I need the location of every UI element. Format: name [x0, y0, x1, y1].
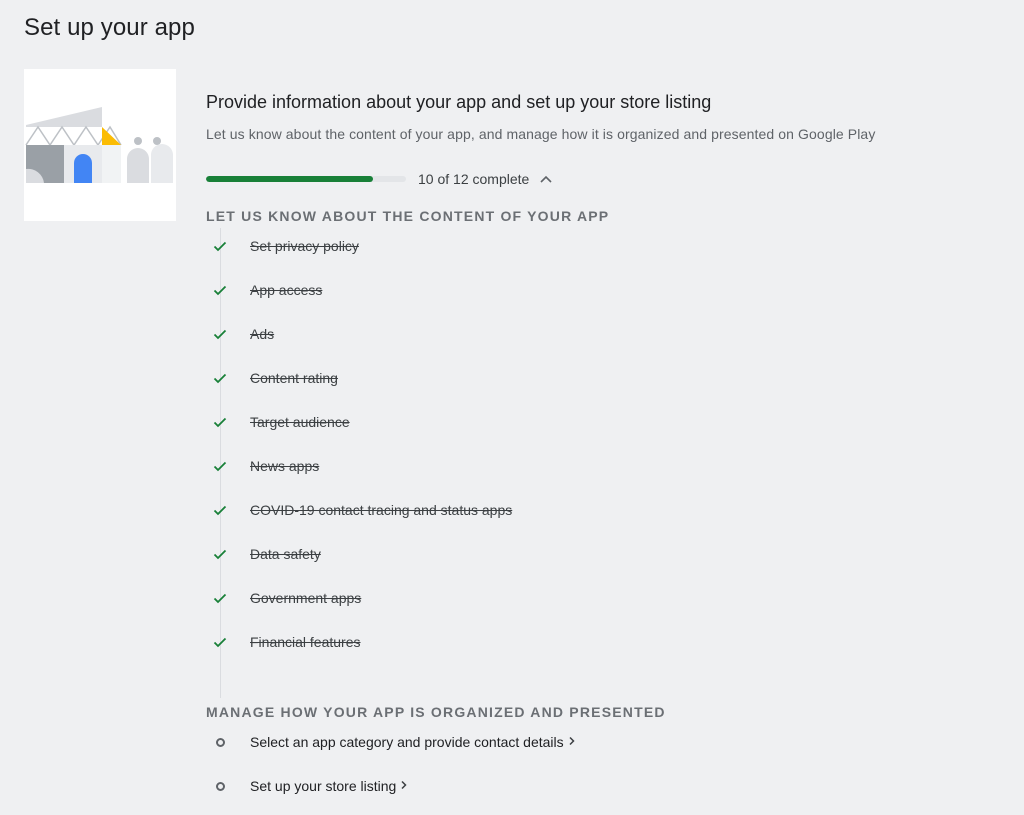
progress-bar-fill — [206, 176, 373, 182]
pending-circle-icon — [215, 781, 225, 791]
page-title: Set up your app — [24, 14, 195, 41]
task-label: News apps — [250, 458, 320, 474]
task-label: Content rating — [250, 370, 338, 386]
task-item[interactable]: Set privacy policy — [206, 236, 359, 256]
pending-circle-icon — [206, 737, 234, 747]
task-item[interactable]: News apps — [206, 456, 319, 476]
check-icon — [206, 546, 234, 562]
check-icon — [206, 590, 234, 606]
check-icon — [206, 414, 234, 430]
task-item[interactable]: Ads — [206, 324, 274, 344]
card-subtitle: Let us know about the content of your ap… — [206, 126, 876, 142]
task-item[interactable]: COVID-19 contact tracing and status apps — [206, 500, 512, 520]
progress-bar — [206, 176, 406, 182]
task-label: Set privacy policy — [250, 238, 359, 254]
task-item[interactable]: Financial features — [206, 632, 361, 652]
task-label: Target audience — [250, 414, 350, 430]
pending-circle-icon — [215, 737, 225, 747]
check-icon — [206, 282, 234, 298]
section-header-content: Let us know about the content of your ap… — [206, 208, 610, 224]
progress-row[interactable]: 10 of 12 complete — [206, 170, 553, 188]
check-icon — [206, 634, 234, 650]
task-item[interactable]: Content rating — [206, 368, 338, 388]
building-illustration-icon — [25, 107, 173, 183]
setup-page: Set up your app Provide information abou… — [0, 0, 1024, 815]
task-label: Ads — [250, 326, 275, 342]
chevron-right-icon[interactable] — [400, 777, 408, 795]
task-label[interactable]: Set up your store listing — [250, 778, 396, 794]
check-icon — [206, 502, 234, 518]
task-item[interactable]: Data safety — [206, 544, 321, 564]
task-item[interactable]: Set up your store listing — [206, 776, 408, 796]
task-label[interactable]: Select an app category and provide conta… — [250, 734, 564, 750]
task-label: Data safety — [250, 546, 321, 562]
task-label: App access — [250, 282, 323, 298]
setup-card: Provide information about your app and s… — [206, 90, 996, 794]
section-header-organize: Manage how your app is organized and pre… — [206, 704, 666, 720]
check-icon — [206, 326, 234, 342]
check-icon — [206, 238, 234, 254]
task-item[interactable]: App access — [206, 280, 322, 300]
setup-illustration — [24, 69, 176, 221]
task-item[interactable]: Select an app category and provide conta… — [206, 732, 576, 752]
task-label: COVID-19 contact tracing and status apps — [250, 502, 513, 518]
task-item[interactable]: Government apps — [206, 588, 361, 608]
chevron-up-icon[interactable] — [539, 172, 553, 186]
task-item[interactable]: Target audience — [206, 412, 350, 432]
progress-label: 10 of 12 complete — [418, 171, 530, 187]
check-icon — [206, 458, 234, 474]
check-icon — [206, 370, 234, 386]
pending-circle-icon — [206, 781, 234, 791]
chevron-right-icon[interactable] — [568, 733, 576, 751]
task-label: Government apps — [250, 590, 362, 606]
card-title: Provide information about your app and s… — [206, 92, 712, 112]
task-label: Financial features — [250, 634, 361, 650]
